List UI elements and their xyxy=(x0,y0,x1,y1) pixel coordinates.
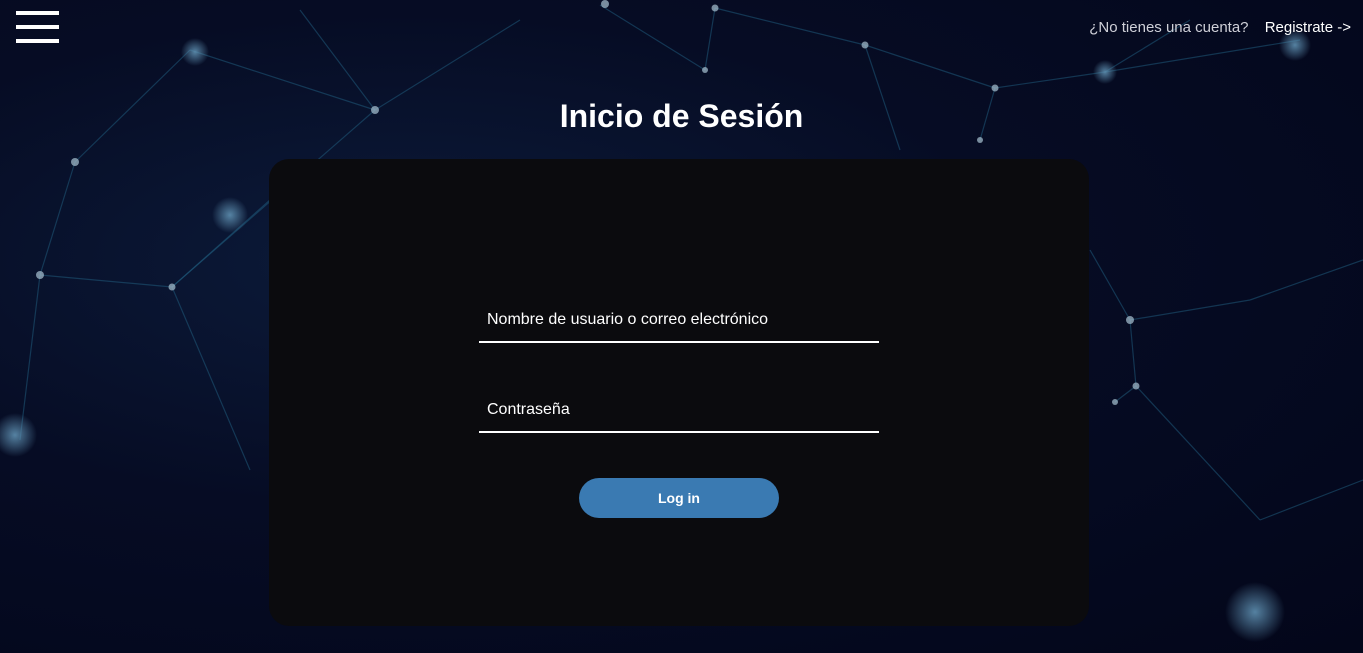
menu-bar-middle xyxy=(16,25,59,29)
login-button[interactable]: Log in xyxy=(579,478,779,518)
password-input[interactable] xyxy=(479,391,879,429)
register-link[interactable]: Registrate -> xyxy=(1265,19,1351,36)
username-input[interactable] xyxy=(479,301,879,339)
hamburger-menu-icon[interactable] xyxy=(16,11,59,44)
password-field-wrapper xyxy=(479,391,879,433)
no-account-text: ¿No tienes una cuenta? xyxy=(1089,19,1249,36)
menu-bar-top xyxy=(16,11,59,15)
username-field-wrapper xyxy=(479,301,879,343)
menu-bar-bottom xyxy=(16,39,59,43)
page-title: Inicio de Sesión xyxy=(559,98,804,134)
account-prompt: ¿No tienes una cuenta? Registrate -> xyxy=(1089,19,1351,36)
login-card: Log in xyxy=(269,159,1089,626)
login-page: ¿No tienes una cuenta? Registrate -> Ini… xyxy=(0,0,1363,653)
